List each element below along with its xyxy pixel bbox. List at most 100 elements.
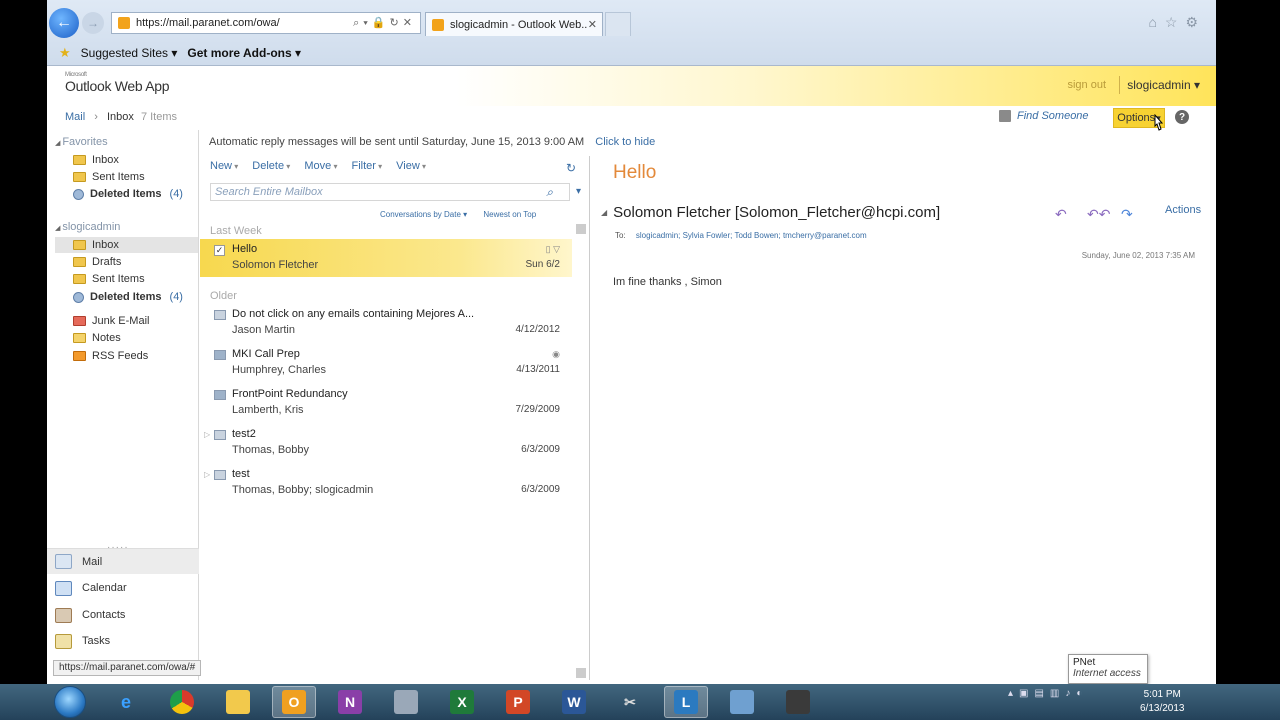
- favorite-sent-items[interactable]: Sent Items: [73, 169, 145, 185]
- message-row[interactable]: ▷ test2 Thomas, Bobby 6/3/2009: [200, 424, 572, 462]
- taskbar-calculator-icon[interactable]: [384, 686, 428, 718]
- module-calendar[interactable]: Calendar: [47, 575, 199, 601]
- message-recipients: To: slogicadmin; Sylvia Fowler; Todd Bow…: [615, 231, 867, 240]
- folder-inbox[interactable]: Inbox: [55, 237, 198, 253]
- address-bar[interactable]: https://mail.paranet.com/owa/ ⌕▾🔒↻✕: [111, 12, 421, 34]
- breadcrumb-mail[interactable]: Mail: [65, 111, 85, 123]
- favorites-bar: ★ Suggested Sites ▾ Get more Add-ons ▾: [47, 40, 1216, 65]
- message-date: Sun 6/2: [525, 259, 560, 270]
- expand-search-icon[interactable]: ▾: [576, 186, 581, 197]
- recipient-list[interactable]: slogicadmin; Sylvia Fowler; Todd Bowen; …: [636, 231, 867, 240]
- tab-title[interactable]: slogicadmin - Outlook Web...: [450, 19, 588, 31]
- message-sender: Thomas, Bobby: [232, 444, 310, 456]
- taskbar-excel-icon[interactable]: X: [440, 686, 484, 718]
- favorites-star-icon[interactable]: ★: [59, 45, 71, 61]
- refresh-icon[interactable]: ↻: [566, 162, 578, 174]
- taskbar-snipping-icon[interactable]: ✂: [608, 686, 652, 718]
- reply-all-icon[interactable]: ↶↶: [1087, 206, 1110, 223]
- start-button-icon[interactable]: [54, 686, 86, 718]
- folder-notes[interactable]: Notes: [73, 330, 121, 346]
- taskbar-chrome-icon[interactable]: [160, 686, 204, 718]
- folder-sent-items[interactable]: Sent Items: [73, 271, 145, 287]
- list-toolbar: New Delete Move Filter View: [210, 160, 426, 172]
- suggested-sites-link[interactable]: Suggested Sites ▾: [81, 46, 178, 60]
- user-menu[interactable]: slogicadmin ▾: [1119, 76, 1200, 94]
- message-row[interactable]: MKI Call Prep ◉ Humphrey, Charles 4/13/2…: [200, 344, 572, 382]
- options-label[interactable]: Options: [1117, 112, 1155, 124]
- checkmark-icon[interactable]: ✓: [214, 245, 225, 256]
- address-tools-icon[interactable]: ⌕▾🔒↻✕: [353, 16, 420, 30]
- folder-icon: [73, 274, 86, 284]
- forward-button[interactable]: →: [82, 12, 104, 34]
- actions-menu[interactable]: Actions: [1165, 204, 1201, 216]
- folder-rss-feeds[interactable]: RSS Feeds: [73, 348, 148, 364]
- scroll-down-icon[interactable]: [576, 668, 586, 678]
- clock-time: 5:01 PM: [1143, 689, 1181, 700]
- scroll-up-icon[interactable]: [576, 224, 586, 234]
- list-scrollbar[interactable]: [574, 222, 588, 680]
- address-url[interactable]: https://mail.paranet.com/owa/: [136, 17, 353, 29]
- taskbar-remote-desktop-icon[interactable]: [720, 686, 764, 718]
- favorites-header[interactable]: Favorites: [55, 136, 107, 148]
- message-sender: Solomon Fletcher: [232, 259, 319, 271]
- folder-deleted-items[interactable]: Deleted Items (4): [73, 289, 183, 305]
- mailbox-header[interactable]: slogicadmin: [55, 221, 120, 233]
- favorite-deleted-items[interactable]: Deleted Items (4): [73, 186, 183, 202]
- system-tray-icons[interactable]: ▴▣▤▥♪◐: [1008, 688, 1088, 699]
- flag-icon[interactable]: ▯ ▽: [546, 244, 560, 255]
- taskbar-outlook-icon[interactable]: O: [272, 686, 316, 718]
- taskbar-powerpoint-icon[interactable]: P: [496, 686, 540, 718]
- module-mail[interactable]: Mail: [47, 548, 199, 574]
- sort-by-button[interactable]: Conversations by Date ▾: [380, 210, 467, 219]
- taskbar-onenote-icon[interactable]: N: [328, 686, 372, 718]
- help-icon[interactable]: ?: [1175, 110, 1189, 124]
- close-tab-icon[interactable]: ✕: [588, 18, 602, 31]
- sign-out-link[interactable]: sign out: [1067, 79, 1106, 91]
- expand-conversation-icon[interactable]: ▷: [204, 430, 210, 439]
- favorite-inbox[interactable]: Inbox: [73, 152, 119, 168]
- message-row[interactable]: FrontPoint Redundancy Lamberth, Kris 7/2…: [200, 384, 572, 422]
- module-tasks[interactable]: Tasks: [47, 628, 199, 654]
- view-button[interactable]: View: [396, 160, 426, 172]
- back-button[interactable]: ←: [49, 8, 79, 38]
- sender-name[interactable]: Solomon Fletcher [Solomon_Fletcher@hcpi.…: [613, 204, 940, 221]
- message-row[interactable]: ✓ Hello ▯ ▽ Solomon Fletcher Sun 6/2: [200, 239, 572, 277]
- find-someone-label[interactable]: Find Someone: [1017, 110, 1089, 122]
- hide-banner-link[interactable]: Click to hide: [595, 136, 655, 148]
- message-row[interactable]: Do not click on any emails containing Me…: [200, 304, 572, 342]
- expand-conversation-icon[interactable]: ▷: [204, 470, 210, 479]
- collapse-header-icon[interactable]: ◢: [601, 204, 607, 221]
- search-icon[interactable]: ⌕: [546, 185, 553, 200]
- filter-button[interactable]: Filter: [351, 160, 382, 172]
- status-bar-url: https://mail.paranet.com/owa/#: [53, 660, 202, 676]
- search-placeholder: Search Entire Mailbox: [215, 186, 323, 198]
- message-subject: test: [232, 468, 250, 480]
- new-button[interactable]: New: [210, 160, 238, 172]
- get-addons-link[interactable]: Get more Add-ons ▾: [187, 46, 301, 60]
- find-someone-link[interactable]: Find Someone: [999, 110, 1089, 122]
- folder-drafts[interactable]: Drafts: [73, 254, 121, 270]
- home-favorites-settings-icon[interactable]: ⌂☆⚙: [1148, 14, 1206, 31]
- taskbar-explorer-icon[interactable]: [216, 686, 260, 718]
- message-subject: Hello: [232, 243, 258, 255]
- taskbar-camtasia-icon[interactable]: [776, 686, 820, 718]
- message-row[interactable]: ▷ test Thomas, Bobby; slogicadmin 6/3/20…: [200, 464, 572, 502]
- folder-label: Inbox: [92, 154, 119, 166]
- folder-junk-email[interactable]: Junk E-Mail: [73, 313, 149, 329]
- reading-pane: Hello ◢ Solomon Fletcher [Solomon_Fletch…: [601, 156, 1211, 680]
- new-tab-button[interactable]: [605, 12, 631, 36]
- taskbar-word-icon[interactable]: W: [552, 686, 596, 718]
- forward-icon[interactable]: ↷: [1121, 206, 1133, 223]
- sort-order-button[interactable]: Newest on Top: [483, 210, 536, 219]
- reply-icon[interactable]: ↶: [1055, 206, 1067, 223]
- breadcrumb: Mail › Inbox 7 Items: [65, 111, 177, 123]
- module-label: Calendar: [82, 582, 127, 594]
- browser-tab[interactable]: slogicadmin - Outlook Web... ✕: [425, 12, 603, 36]
- move-button[interactable]: Move: [304, 160, 337, 172]
- taskbar-clock[interactable]: 5:01 PM 6/13/2013: [1140, 688, 1185, 716]
- delete-button[interactable]: Delete: [252, 160, 290, 172]
- taskbar-ie-icon[interactable]: e: [104, 686, 148, 718]
- search-input[interactable]: Search Entire Mailbox ⌕: [210, 183, 570, 201]
- taskbar-lync-icon[interactable]: L: [664, 686, 708, 718]
- module-contacts[interactable]: Contacts: [47, 602, 199, 628]
